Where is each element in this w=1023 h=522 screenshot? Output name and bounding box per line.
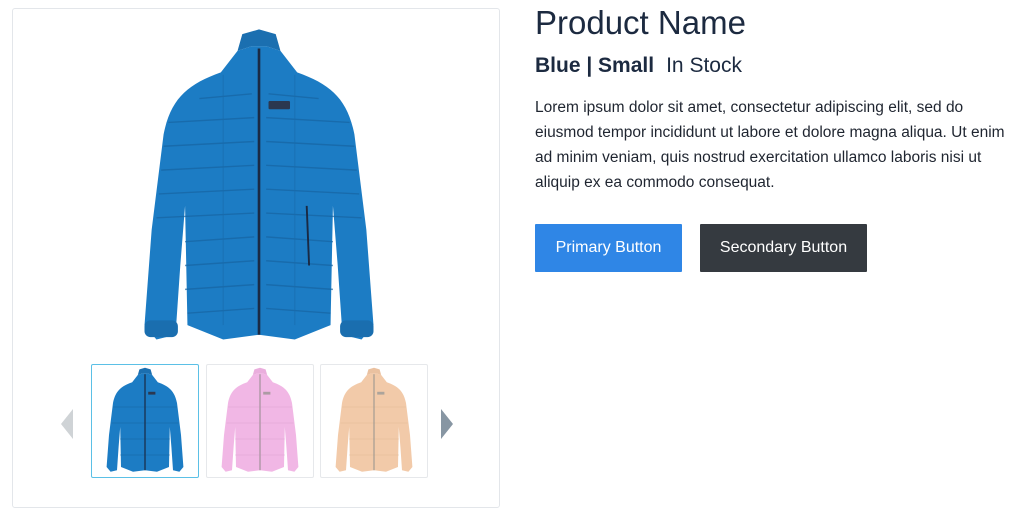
carousel-next-button[interactable]: [439, 409, 453, 439]
product-variant-line: Blue | Small In Stock: [535, 54, 742, 78]
primary-button[interactable]: Primary Button: [535, 224, 682, 272]
product-main-image: [109, 27, 409, 349]
stock-status: In Stock: [666, 54, 742, 77]
chevron-right-icon: [441, 409, 453, 439]
carousel-prev-button[interactable]: [61, 409, 75, 439]
chevron-left-icon: [61, 409, 73, 439]
thumbnail-carousel: [61, 364, 453, 486]
jacket-image: [144, 29, 374, 340]
secondary-button[interactable]: Secondary Button: [700, 224, 867, 272]
thumbnail-orange[interactable]: [320, 364, 428, 478]
product-gallery: [12, 8, 500, 508]
jacket-thumbnail-image: [335, 367, 413, 472]
thumbnail-blue[interactable]: [91, 364, 199, 478]
thumbnail-pink[interactable]: [206, 364, 314, 478]
jacket-thumbnail-image: [221, 367, 299, 472]
jacket-thumbnail-image: [106, 367, 184, 472]
product-description: Lorem ipsum dolor sit amet, consectetur …: [535, 99, 1005, 191]
product-variant: Blue | Small: [535, 54, 655, 77]
product-title: Product Name: [535, 4, 746, 41]
